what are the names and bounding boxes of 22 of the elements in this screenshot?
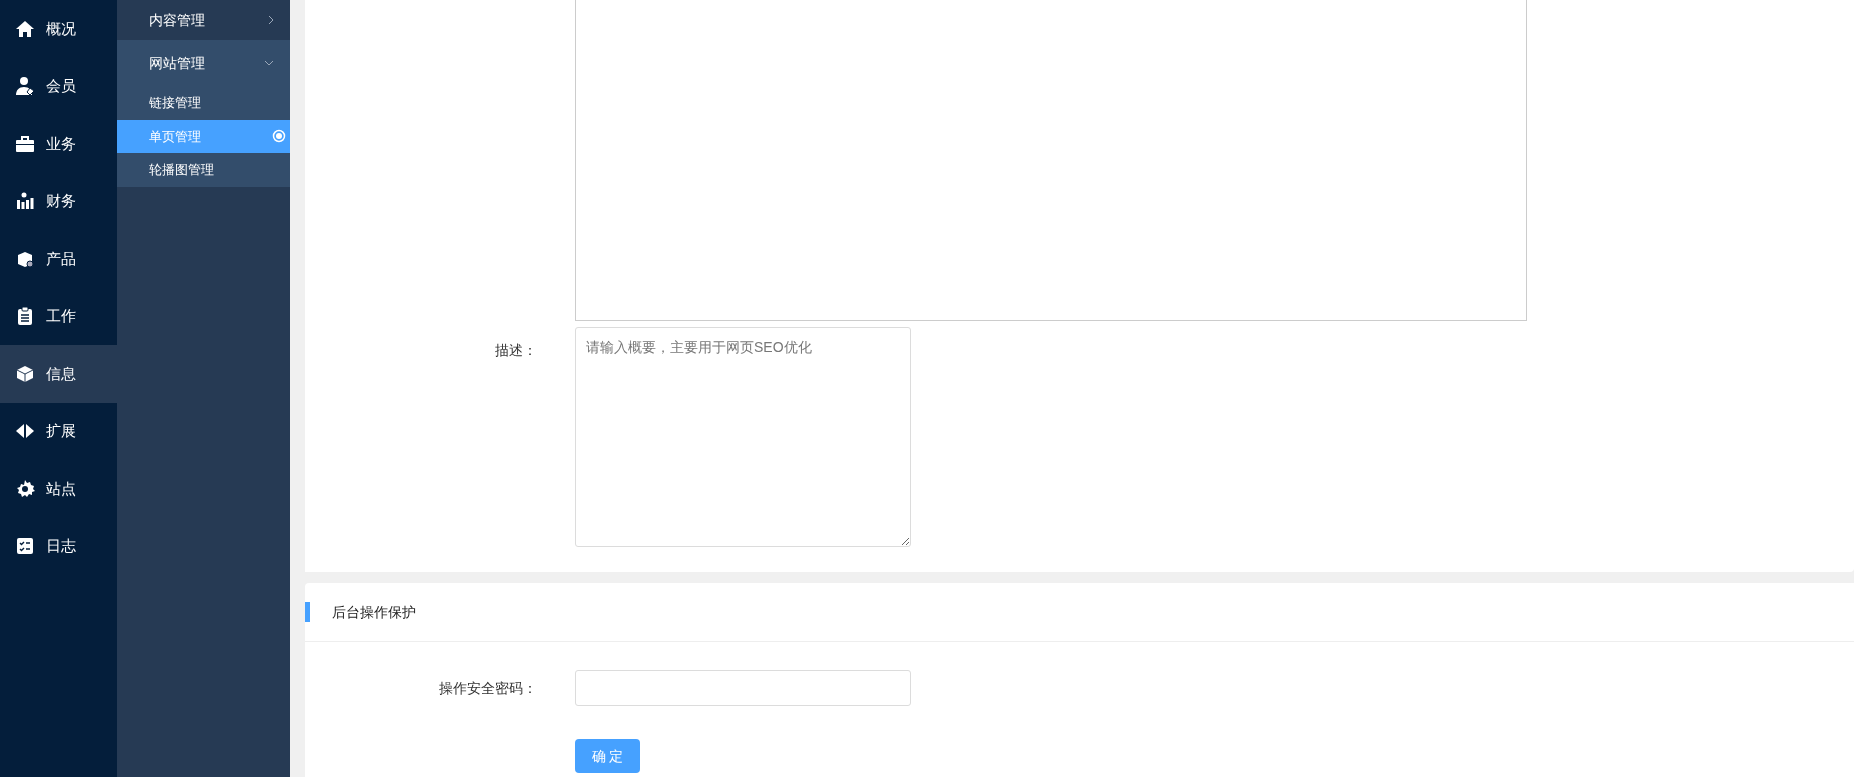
settings-icon [15, 478, 35, 499]
radio-dot-icon [272, 129, 286, 144]
submenu-item[interactable]: 轮播图管理 [117, 153, 290, 187]
chevron-down-icon [264, 60, 274, 66]
bar-chart-icon [15, 191, 35, 212]
chevron-right-icon [268, 15, 274, 25]
checklist-icon [15, 536, 35, 557]
home-icon [15, 18, 35, 39]
cube-icon [15, 363, 35, 384]
field-label: 描述： [495, 342, 537, 358]
user-icon [15, 76, 35, 97]
main-nav-item[interactable]: 信息 [0, 345, 117, 403]
submenu-group[interactable]: 网站管理 [117, 40, 290, 86]
section-marker [305, 602, 310, 622]
section-title: 后台操作保护 [332, 602, 416, 622]
clipboard-icon [15, 306, 35, 327]
password-field[interactable] [575, 670, 911, 706]
description-field[interactable]: 请输入概要，主要用于网页SEO优化 [575, 327, 911, 547]
editor-area[interactable] [575, 0, 1527, 321]
briefcase-icon [15, 133, 35, 154]
submenu-item[interactable]: 链接管理 [117, 86, 290, 120]
field-label: 操作安全密码： [439, 679, 537, 696]
